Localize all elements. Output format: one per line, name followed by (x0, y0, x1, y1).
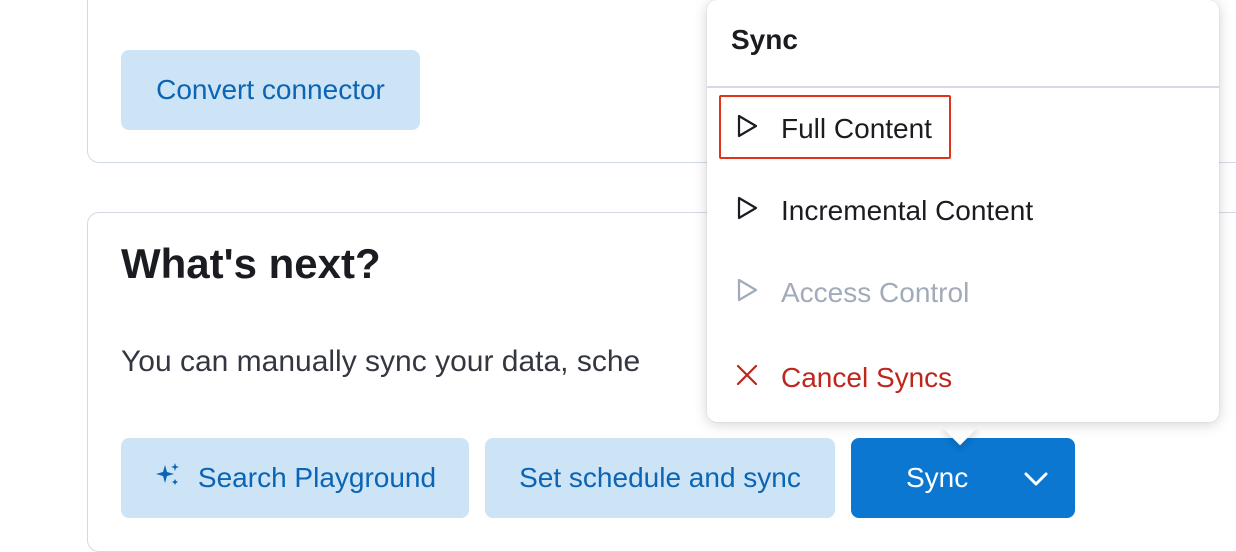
menu-item-label: Access Control (781, 277, 970, 308)
convert-connector-button[interactable]: Convert connector (121, 50, 420, 130)
cross-icon (735, 362, 759, 394)
sync-popover-title: Sync (731, 24, 798, 55)
whats-next-description: You can manually sync your data, sche (121, 345, 641, 378)
menu-item-cancel-syncs[interactable]: Cancel Syncs (735, 358, 952, 398)
set-schedule-button[interactable]: Set schedule and sync (485, 438, 835, 518)
menu-item-label: Incremental Content (781, 195, 1034, 226)
sparkles-icon (154, 461, 182, 496)
menu-item-label: Cancel Syncs (781, 362, 953, 393)
menu-item-incremental-content[interactable]: Incremental Content (735, 191, 1033, 231)
play-icon (735, 277, 759, 310)
convert-connector-label: Convert connector (156, 74, 385, 105)
highlight-box (719, 95, 951, 159)
set-schedule-label: Set schedule and sync (519, 462, 801, 493)
sync-popover: Sync Full Content Incremental Content Ac… (707, 0, 1219, 422)
search-playground-label: Search Playground (197, 462, 437, 493)
popover-divider (707, 86, 1219, 88)
play-icon (735, 195, 759, 228)
search-playground-button[interactable]: Search Playground (121, 438, 469, 518)
whats-next-title: What's next? (121, 240, 381, 287)
sync-button-label: Sync (906, 462, 969, 493)
sync-button[interactable]: Sync (851, 438, 1075, 518)
chevron-down-icon[interactable] (1023, 466, 1049, 498)
menu-item-access-control: Access Control (735, 273, 969, 313)
